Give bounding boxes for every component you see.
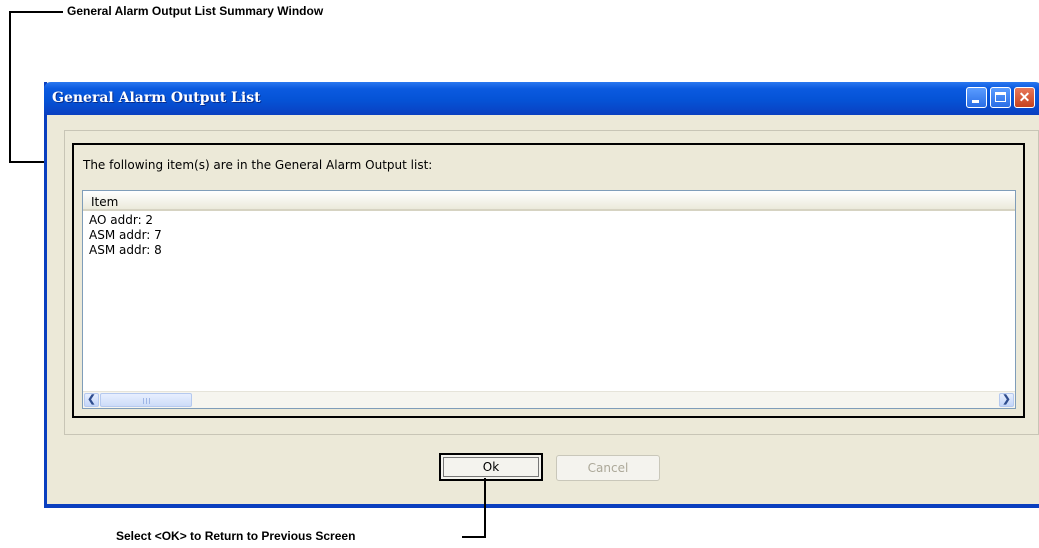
minimize-icon <box>972 100 979 103</box>
ok-button-focus-ring <box>443 457 539 477</box>
items-list-view[interactable]: Item AO addr: 2 ASM addr: 7 ASM addr: 8 … <box>82 190 1016 409</box>
horizontal-scrollbar[interactable]: ❮ ❯ <box>83 391 1015 408</box>
window-title: General Alarm Output List <box>52 90 261 106</box>
cancel-button-label: Cancel <box>587 461 629 475</box>
ok-button[interactable]: Ok <box>439 453 543 481</box>
callout-line <box>9 11 11 163</box>
annotation-return-instruction: Select <OK> to Return to Previous Screen <box>116 529 356 543</box>
list-item[interactable]: ASM addr: 7 <box>89 228 162 242</box>
minimize-button[interactable] <box>966 87 987 108</box>
list-prompt: The following item(s) are in the General… <box>83 158 433 172</box>
grip-line <box>149 398 150 404</box>
list-header[interactable]: Item <box>83 191 1015 211</box>
maximize-icon <box>995 92 1006 102</box>
scrollbar-thumb[interactable] <box>100 393 192 407</box>
cancel-button[interactable]: Cancel <box>556 455 660 481</box>
scroll-left-arrow-icon[interactable]: ❮ <box>84 393 99 407</box>
close-icon: ✕ <box>1018 89 1031 105</box>
list-item[interactable]: ASM addr: 8 <box>89 243 162 257</box>
scroll-right-arrow-icon[interactable]: ❯ <box>999 393 1014 407</box>
grip-line <box>143 398 144 404</box>
list-item[interactable]: AO addr: 2 <box>89 213 153 227</box>
maximize-button[interactable] <box>990 87 1011 108</box>
grip-line <box>146 398 147 404</box>
close-button[interactable]: ✕ <box>1014 87 1035 108</box>
title-bar[interactable]: General Alarm Output List ✕ <box>44 82 1039 115</box>
column-header-item[interactable]: Item <box>91 195 118 209</box>
callout-line <box>9 11 63 13</box>
callout-line <box>462 536 486 538</box>
annotation-window-summary: General Alarm Output List Summary Window <box>67 4 324 18</box>
callout-line <box>484 478 486 538</box>
general-alarm-output-list-window: General Alarm Output List ✕ The followin… <box>44 82 1039 508</box>
